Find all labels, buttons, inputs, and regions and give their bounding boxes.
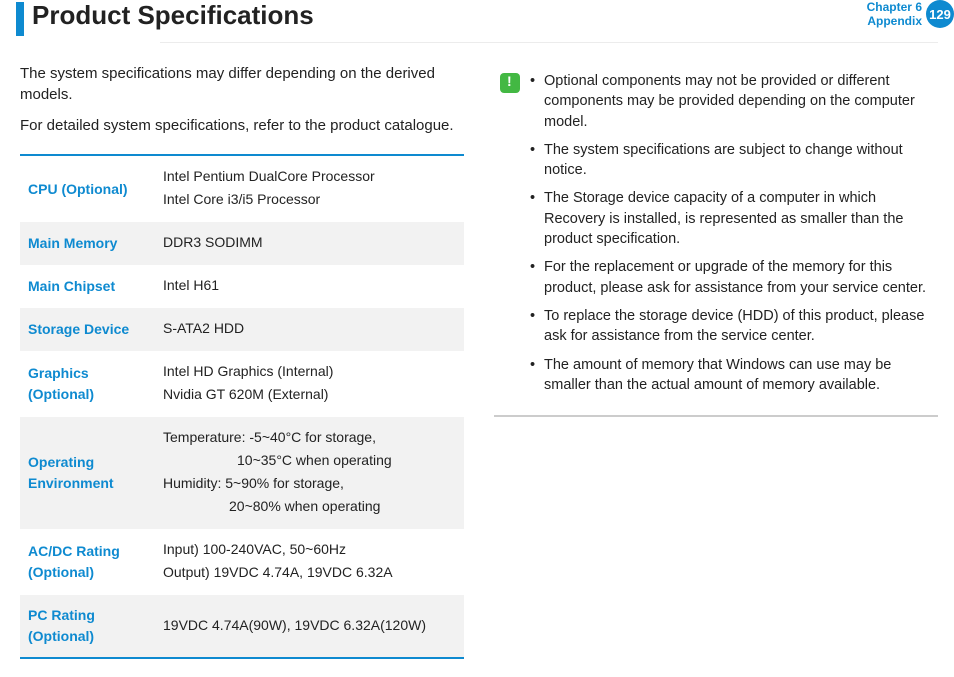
content-columns: The system specifications may differ dep… xyxy=(0,43,954,659)
spec-label: Operating Environment xyxy=(20,417,155,529)
spec-value: DDR3 SODIMM xyxy=(155,222,464,265)
note-item: Optional components may not be provided … xyxy=(530,71,932,132)
left-column: The system specifications may differ dep… xyxy=(20,63,464,659)
spec-value-line: Intel Core i3/i5 Processor xyxy=(163,189,456,210)
spec-value-line: Intel HD Graphics (Internal) xyxy=(163,361,456,382)
page-title: Product Specifications xyxy=(32,0,867,31)
spec-value: Temperature: -5~40°C for storage,10~35°C… xyxy=(155,417,464,529)
spec-row: Main Chipset Intel H61 xyxy=(20,265,464,308)
spec-value-line: 20~80% when operating xyxy=(163,496,456,517)
note-list: Optional components may not be provided … xyxy=(530,71,932,403)
spec-value-line: Intel H61 xyxy=(163,275,456,296)
intro-p1: The system specifications may differ dep… xyxy=(20,63,464,105)
note-item: For the replacement or upgrade of the me… xyxy=(530,257,932,298)
spec-value-line: Output) 19VDC 4.74A, 19VDC 6.32A xyxy=(163,562,456,583)
chapter-label: Chapter 6 Appendix xyxy=(867,0,922,29)
chapter-line2: Appendix xyxy=(867,14,922,28)
spec-row: Storage Device S-ATA2 HDD xyxy=(20,308,464,351)
spec-row: PC Rating (Optional) 19VDC 4.74A(90W), 19… xyxy=(20,595,464,658)
spec-row: Operating EnvironmentTemperature: -5~40°… xyxy=(20,417,464,529)
chapter-line1: Chapter 6 xyxy=(867,0,922,14)
spec-label: PC Rating (Optional) xyxy=(20,595,155,658)
spec-value: S-ATA2 HDD xyxy=(155,308,464,351)
spec-value-line: 10~35°C when operating xyxy=(163,450,456,471)
spec-row: CPU (Optional)Intel Pentium DualCore Pro… xyxy=(20,155,464,222)
note-box: Optional components may not be provided … xyxy=(494,63,938,417)
spec-value-line: Intel Pentium DualCore Processor xyxy=(163,166,456,187)
spec-value-line: Temperature: -5~40°C for storage, xyxy=(163,427,456,448)
note-item: The amount of memory that Windows can us… xyxy=(530,355,932,396)
spec-value: Input) 100-240VAC, 50~60HzOutput) 19VDC … xyxy=(155,529,464,595)
chapter-box: Chapter 6 Appendix 129 xyxy=(867,0,954,29)
spec-value: Intel Pentium DualCore ProcessorIntel Co… xyxy=(155,155,464,222)
spec-value: Intel HD Graphics (Internal)Nvidia GT 62… xyxy=(155,351,464,417)
spec-label: Graphics (Optional) xyxy=(20,351,155,417)
spec-row: Main Memory DDR3 SODIMM xyxy=(20,222,464,265)
spec-value-line: S-ATA2 HDD xyxy=(163,318,456,339)
spec-table: CPU (Optional)Intel Pentium DualCore Pro… xyxy=(20,154,464,659)
spec-row: AC/DC Rating (Optional)Input) 100-240VAC… xyxy=(20,529,464,595)
note-item: The system specifications are subject to… xyxy=(530,140,932,181)
spec-value-line: DDR3 SODIMM xyxy=(163,232,456,253)
spec-label: AC/DC Rating (Optional) xyxy=(20,529,155,595)
spec-label: Main Memory xyxy=(20,222,155,265)
spec-value-line: Input) 100-240VAC, 50~60Hz xyxy=(163,539,456,560)
page-header: Product Specifications Chapter 6 Appendi… xyxy=(0,0,954,36)
page-number-badge: 129 xyxy=(926,0,954,28)
spec-value: Intel H61 xyxy=(155,265,464,308)
note-item: The Storage device capacity of a compute… xyxy=(530,188,932,249)
spec-value: 19VDC 4.74A(90W), 19VDC 6.32A(120W) xyxy=(155,595,464,658)
spec-value-line: Nvidia GT 620M (External) xyxy=(163,384,456,405)
intro-p2: For detailed system specifications, refe… xyxy=(20,115,464,136)
spec-label: CPU (Optional) xyxy=(20,155,155,222)
alert-icon xyxy=(500,73,520,93)
spec-value-line: 19VDC 4.74A(90W), 19VDC 6.32A(120W) xyxy=(163,615,456,636)
accent-bar xyxy=(16,2,24,36)
spec-label: Main Chipset xyxy=(20,265,155,308)
spec-row: Graphics (Optional)Intel HD Graphics (In… xyxy=(20,351,464,417)
note-item: To replace the storage device (HDD) of t… xyxy=(530,306,932,347)
spec-value-line: Humidity: 5~90% for storage, xyxy=(163,473,456,494)
right-column: Optional components may not be provided … xyxy=(494,63,938,659)
intro-text: The system specifications may differ dep… xyxy=(20,63,464,136)
spec-label: Storage Device xyxy=(20,308,155,351)
